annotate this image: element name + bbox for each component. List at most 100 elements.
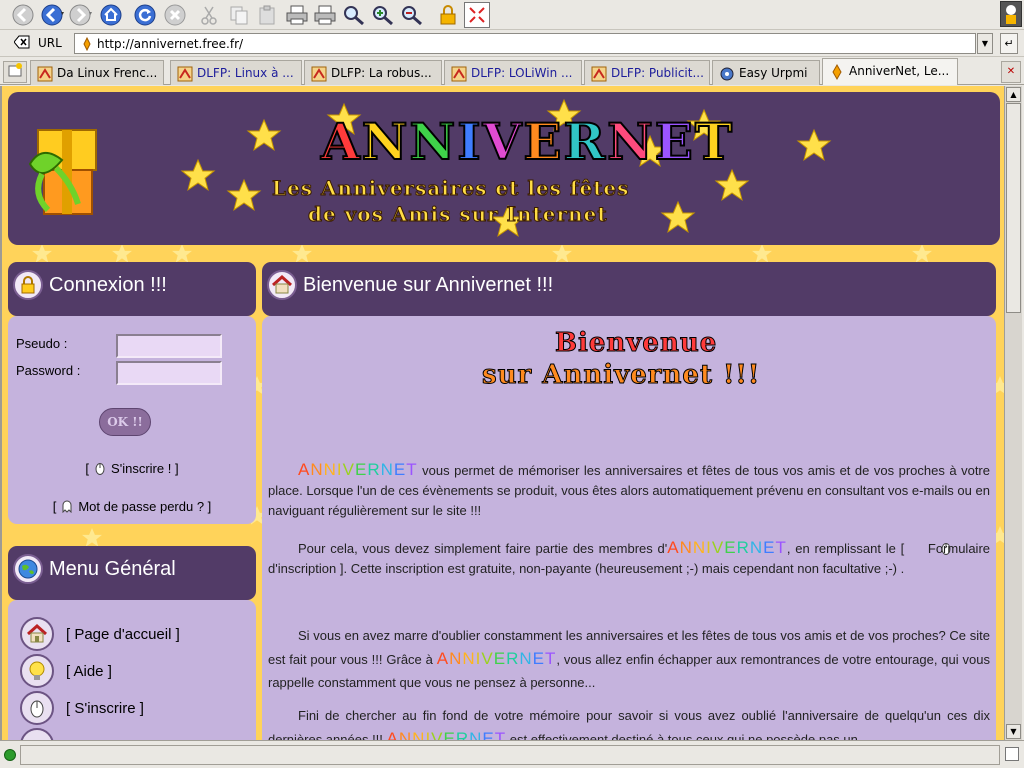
dlfp-favicon-icon xyxy=(591,66,607,82)
dlfp-favicon-icon xyxy=(451,66,467,82)
mouse-icon xyxy=(93,461,107,475)
annivernet-favicon-icon xyxy=(829,63,845,81)
menu-item-partial[interactable] xyxy=(20,728,240,740)
main-content: Bienvenue sur Annivernet !!! ANNIVERNET … xyxy=(262,316,996,740)
tab-dlfp-robustesse[interactable]: DLFP: La robus... xyxy=(304,60,442,85)
login-panel: Pseudo : Password : OK !! [S'inscrire ! … xyxy=(8,316,256,524)
site-banner: ANNIVERNET Les Anniversaires et les fête… xyxy=(8,92,1000,245)
browser-toolbar xyxy=(0,0,1024,30)
favicon-icon xyxy=(80,36,94,54)
site-tagline: de vos Amis sur Internet xyxy=(308,202,608,227)
print-icon[interactable] xyxy=(284,2,310,28)
login-title: Connexion !!! xyxy=(49,274,167,296)
browser-logo-icon xyxy=(1000,1,1022,27)
url-input[interactable]: http://annivernet.free.fr/ xyxy=(74,33,976,54)
tab-dlfp-publicite[interactable]: DLFP: Publicit... xyxy=(584,60,710,85)
tab-da-linux-french[interactable]: Da Linux Frenc... xyxy=(30,60,164,85)
password-label: Password : xyxy=(16,363,81,378)
menu-panel: [ Page d'accueil ] [ Aide ] [ S'inscrire… xyxy=(8,600,256,740)
tab-bar: Da Linux Frenc... DLFP: Linux à ... DLFP… xyxy=(0,57,1024,85)
status-bar xyxy=(0,740,1024,768)
tab-label: AnniverNet, Le... xyxy=(849,64,950,78)
dlfp-favicon-icon xyxy=(37,66,53,82)
pseudo-input[interactable] xyxy=(116,334,222,358)
menu-item-label[interactable]: [ S'inscrire ] xyxy=(66,700,144,717)
tab-dlfp-loliwin[interactable]: DLFP: LOLiWin ... xyxy=(444,60,582,85)
pseudo-label: Pseudo : xyxy=(16,336,68,351)
copy-icon[interactable] xyxy=(226,2,252,28)
clear-url-icon[interactable] xyxy=(13,35,30,53)
tab-label: DLFP: Publicit... xyxy=(611,66,704,80)
site-tagline: Les Anniversaires et les fêtes xyxy=(271,176,630,201)
lost-password-link-row[interactable]: [Mot de passe perdu ? ] xyxy=(8,499,256,514)
vertical-scrollbar[interactable]: ▲ ▼ xyxy=(1004,86,1022,740)
tab-dlfp-linux[interactable]: DLFP: Linux à ... xyxy=(170,60,302,85)
lightbulb-icon xyxy=(20,654,54,688)
urpmi-favicon-icon xyxy=(719,66,735,82)
welcome-art-line1: Bienvenue xyxy=(554,328,718,359)
address-bar-row: URL http://annivernet.free.fr/ ▼ ↵ xyxy=(0,30,1024,57)
status-checkbox[interactable] xyxy=(1005,747,1019,761)
scroll-thumb[interactable] xyxy=(1006,103,1021,313)
lost-password-link[interactable]: Mot de passe perdu ? xyxy=(78,499,204,514)
tab-label: DLFP: La robus... xyxy=(331,66,432,80)
new-tab-button[interactable] xyxy=(3,61,27,83)
forward-icon[interactable] xyxy=(68,2,94,28)
intro-paragraph-1: ANNIVERNET vous permet de mémoriser les … xyxy=(268,460,990,518)
site-logo-title: ANNIVERNET xyxy=(320,111,735,172)
mouse-icon xyxy=(909,541,951,555)
tab-annivernet[interactable]: AnniverNet, Le... xyxy=(822,58,958,85)
menu-title: Menu Général xyxy=(49,558,176,580)
paste-icon[interactable] xyxy=(254,2,280,28)
back-button[interactable] xyxy=(40,2,66,28)
tab-label: Da Linux Frenc... xyxy=(57,66,158,80)
intro-paragraph-4: Fini de chercher au fin fond de votre mé… xyxy=(268,704,990,740)
menu-item-register[interactable]: [ S'inscrire ] xyxy=(20,691,240,729)
brand-name: ANNIVERNET xyxy=(298,460,418,479)
ghost-icon xyxy=(60,499,74,514)
menu-item-label[interactable]: [ Page d'accueil ] xyxy=(66,626,180,643)
print-preview-icon[interactable] xyxy=(312,2,338,28)
login-submit-button[interactable]: OK !! xyxy=(99,408,151,436)
main-title: Bienvenue sur Annivernet !!! xyxy=(303,274,554,296)
welcome-art-line2: sur Annivernet !!! xyxy=(481,360,761,391)
padlock-icon xyxy=(13,270,43,300)
home-icon[interactable] xyxy=(98,2,124,28)
gift-box-icon xyxy=(28,129,97,215)
tab-label: Easy Urpmi xyxy=(739,66,808,80)
register-link-row[interactable]: [S'inscrire ! ] xyxy=(8,461,256,476)
find-icon[interactable] xyxy=(341,2,367,28)
brand-name: ANNIVERNET xyxy=(386,729,507,740)
page-viewport: ANNIVERNET Les Anniversaires et les fête… xyxy=(0,86,1004,740)
mouse-icon xyxy=(20,691,54,725)
intro-paragraph-2: Pour cela, vous devez simplement faire p… xyxy=(268,538,990,576)
brand-name: ANNIVERNET xyxy=(436,649,557,668)
cut-icon[interactable] xyxy=(196,2,222,28)
go-button[interactable]: ↵ xyxy=(1000,33,1018,54)
fullscreen-icon[interactable] xyxy=(464,2,490,28)
menu-icon-partial xyxy=(20,728,54,740)
reload-icon[interactable] xyxy=(132,2,158,28)
register-link[interactable]: S'inscrire ! xyxy=(111,461,171,476)
back-icon[interactable] xyxy=(10,2,36,28)
menu-item-label[interactable]: [ Aide ] xyxy=(66,663,112,680)
lock-icon[interactable] xyxy=(435,2,461,28)
close-tab-icon[interactable]: ✕ xyxy=(1001,61,1021,83)
scroll-up-icon[interactable]: ▲ xyxy=(1006,87,1021,102)
scroll-down-icon[interactable]: ▼ xyxy=(1006,724,1021,739)
menu-item-home[interactable]: [ Page d'accueil ] xyxy=(20,617,240,655)
welcome-art: Bienvenue sur Annivernet !!! xyxy=(481,328,792,408)
tab-label: DLFP: Linux à ... xyxy=(197,66,294,80)
url-history-dropdown[interactable]: ▼ xyxy=(977,33,993,54)
menu-item-help[interactable]: [ Aide ] xyxy=(20,654,240,692)
stop-icon[interactable] xyxy=(162,2,188,28)
zoom-in-icon[interactable] xyxy=(370,2,396,28)
password-input[interactable] xyxy=(116,361,222,385)
main-panel-header: Bienvenue sur Annivernet !!! xyxy=(262,262,996,316)
zoom-out-icon[interactable] xyxy=(399,2,425,28)
menu-panel-header: Menu Général xyxy=(8,546,256,600)
dlfp-favicon-icon xyxy=(177,66,193,82)
tab-easy-urpmi[interactable]: Easy Urpmi xyxy=(712,60,820,85)
url-text: http://annivernet.free.fr/ xyxy=(97,36,244,51)
house-icon xyxy=(267,270,297,300)
